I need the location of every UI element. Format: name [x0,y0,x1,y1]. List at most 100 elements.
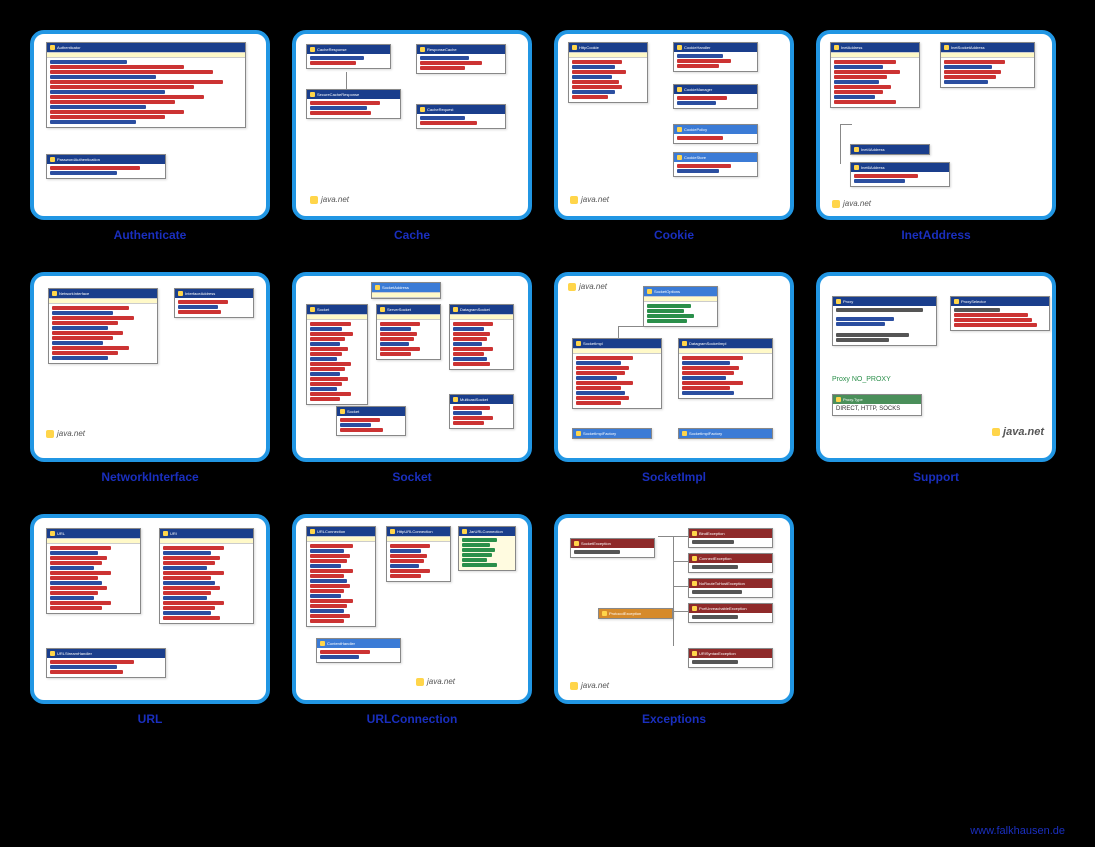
card-title: Proxy.Type [843,397,863,402]
card-header: CacheRequest [417,105,505,114]
card-title: ResponseCache [427,47,457,52]
card-header: SocketImplFactory [573,429,651,438]
thumb-inetaddress[interactable]: InetAddress InetSocketAddress [816,30,1056,220]
cell-socket: SocketAddress Socket ServerSocke [292,272,532,484]
card-header: JarURLConnection [459,527,515,536]
thumb-authenticate[interactable]: Authenticator PasswordAuthentication [30,30,270,220]
card-title: SocketImpl [583,341,603,346]
card-header: URLStreamHandler [47,649,165,658]
cell-cache: CacheResponse SecureCacheResponse Respon… [292,30,532,242]
card-title: Socket [317,307,329,312]
card-title: URISyntaxException [699,651,736,656]
card-header: Inet4Address [851,145,929,154]
card-title: CacheRequest [427,107,453,112]
card-header: MulticastSocket [450,395,513,404]
card-header: URLConnection [307,527,375,536]
card-title: URL [57,531,65,536]
card-header: Socket [337,407,405,416]
thumb-caption: InetAddress [901,228,970,242]
package-label: java.net [992,426,1044,438]
thumb-cookie[interactable]: HttpCookie CookieHandler CookieManager C… [554,30,794,220]
thumb-caption: Support [913,470,959,484]
card-header: ResponseCache [417,45,505,54]
card-header: CacheResponse [307,45,390,54]
card-header: ServerSocket [377,305,440,314]
card-title: URLStreamHandler [57,651,92,656]
card-header: CookieManager [674,85,757,94]
package-label: java.net [310,195,349,204]
cell-networkinterface: NetworkInterface InterfaceAddress java.n… [30,272,270,484]
card-header: Proxy.Type [833,395,921,404]
cell-urlconnection: URLConnection HttpURLConnection [292,514,532,726]
card-title: BindException [699,531,725,536]
card-header: InetSocketAddress [941,43,1034,52]
package-label: java.net [568,282,607,291]
thumb-socket[interactable]: SocketAddress Socket ServerSocke [292,272,532,462]
cell-cookie: HttpCookie CookieHandler CookieManager C… [554,30,794,242]
card-title: ConnectException [699,556,731,561]
card-header: NoRouteToHostException [689,579,772,588]
thumb-socketimpl[interactable]: java.net SocketOptions SocketImpl [554,272,794,462]
card-title: Proxy [843,299,853,304]
card-title: ProxySelector [961,299,986,304]
thumb-support[interactable]: Proxy ProxySelector [816,272,1056,462]
thumb-caption: Authenticate [114,228,187,242]
footer-link[interactable]: www.falkhausen.de [970,825,1065,837]
package-label: java.net [416,677,455,686]
card-title: SocketAddress [382,285,409,290]
thumb-urlconnection[interactable]: URLConnection HttpURLConnection [292,514,532,704]
card-header: ProtocolException [599,609,672,618]
card-header: CookiePolicy [674,125,757,134]
cell-authenticate: Authenticator PasswordAuthentication Aut… [30,30,270,242]
thumb-cache[interactable]: CacheResponse SecureCacheResponse Respon… [292,30,532,220]
card-header: CookieHandler [674,43,757,52]
card-header: SocketAddress [372,283,440,292]
card-title: InterfaceAddress [185,291,215,296]
thumb-caption: Socket [392,470,431,484]
card-title: SocketImplFactory [583,431,616,436]
card-title: JarURLConnection [469,529,503,534]
card-title: HttpURLConnection [397,529,433,534]
card-title: DatagramSocket [460,307,490,312]
card-title: Inet6Address [861,165,885,170]
thumbnail-grid: Authenticator PasswordAuthentication Aut… [30,30,1065,726]
card-title: InetSocketAddress [951,45,985,50]
thumb-caption: URLConnection [367,712,458,726]
card-title: MulticastSocket [460,397,488,402]
card-header: URISyntaxException [689,649,772,658]
cell-inetaddress: InetAddress InetSocketAddress [816,30,1056,242]
card-header: URL [47,529,140,538]
card-header: ConnectException [689,554,772,563]
card-header: DatagramSocketImpl [679,339,772,348]
thumb-networkinterface[interactable]: NetworkInterface InterfaceAddress java.n… [30,272,270,462]
card-header: SocketImplFactory [679,429,772,438]
card-header: SocketImpl [573,339,661,348]
card-header: Authenticator [47,43,245,52]
package-label: java.net [832,199,871,208]
card-header: InterfaceAddress [175,289,253,298]
package-label: java.net [570,681,609,690]
package-label: java.net [570,195,609,204]
card-title: DatagramSocketImpl [689,341,726,346]
cell-url: URL URI [30,514,270,726]
card-header: SecureCacheResponse [307,90,400,99]
card-title: URI [170,531,177,536]
thumb-exceptions[interactable]: SocketException BindException ConnectExc… [554,514,794,704]
thumb-url[interactable]: URL URI [30,514,270,704]
card-title: CookieManager [684,87,712,92]
card-title: PasswordAuthentication [57,157,100,162]
card-title: ServerSocket [387,307,411,312]
card-header: SocketException [571,539,654,548]
card-title: SocketException [581,541,611,546]
card-title: ContentHandler [327,641,355,646]
card-header: CookieStore [674,153,757,162]
thumb-caption: URL [138,712,163,726]
card-header: InetAddress [831,43,919,52]
card-title: ProtocolException [609,611,641,616]
card-title: SocketOptions [654,289,680,294]
card-title: Authenticator [57,45,81,50]
cell-support: Proxy ProxySelector [816,272,1056,484]
card-header: HttpURLConnection [387,527,450,536]
card-title: PortUnreachableException [699,606,747,611]
card-header: PasswordAuthentication [47,155,165,164]
